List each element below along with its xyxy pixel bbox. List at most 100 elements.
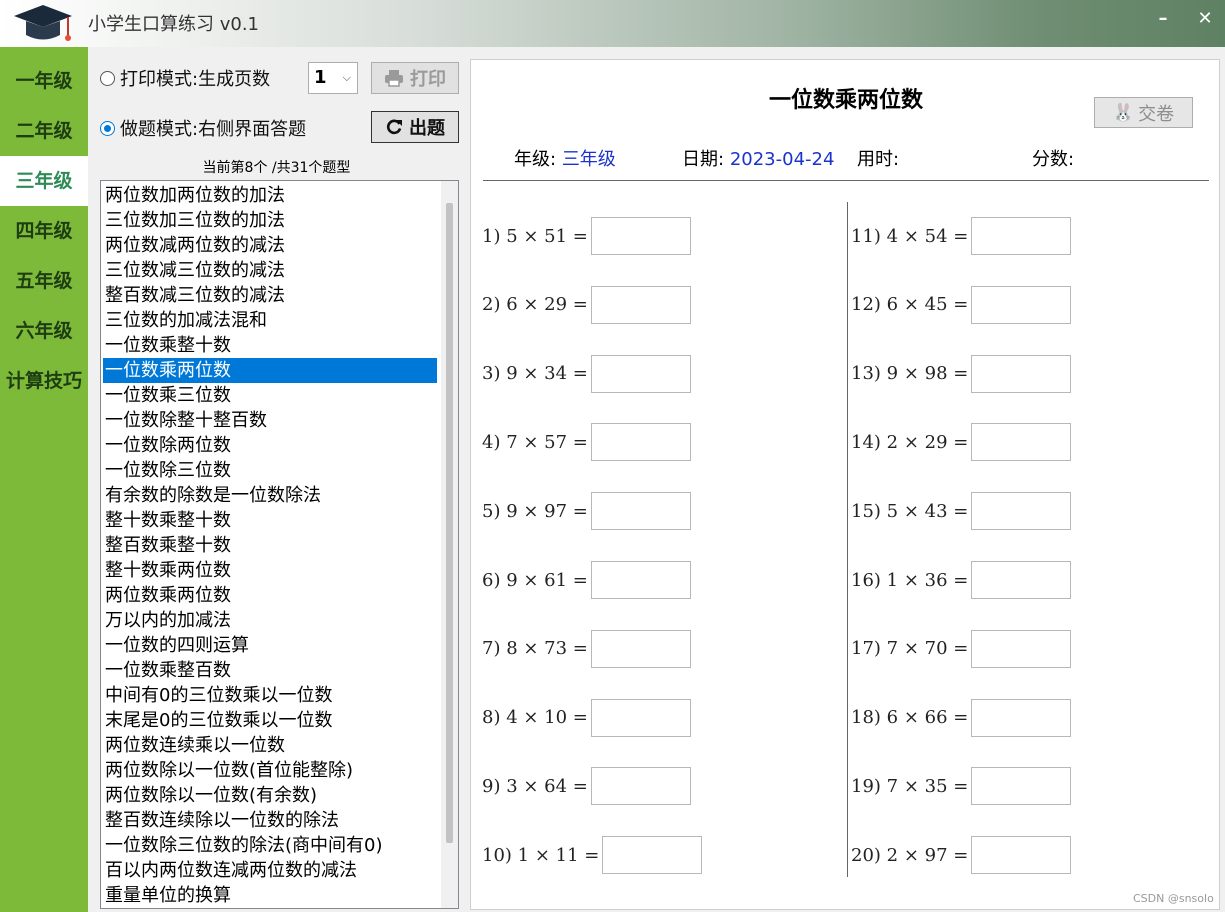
topic-list-item[interactable]: 一位数除三位数的除法(商中间有0) xyxy=(103,833,437,858)
topic-list[interactable]: 两位数加两位数的加法 三位数加三位数的加法 两位数减两位数的减法 三位数减三位数的减法… xyxy=(100,180,459,909)
topic-list-item[interactable]: 一位数除两位数 xyxy=(103,433,437,458)
grade-tab-2[interactable]: 二年级 xyxy=(0,106,88,156)
answer-input[interactable] xyxy=(971,767,1072,806)
question-row: 20) 2 × 97 = xyxy=(851,836,1072,875)
answer-input[interactable] xyxy=(971,423,1072,462)
topic-list-item[interactable]: 一位数除三位数 xyxy=(103,458,437,483)
answer-input[interactable] xyxy=(590,698,691,737)
chevron-down-icon: ⌵ xyxy=(342,71,351,84)
score-meta-label: 分数: xyxy=(1032,149,1075,170)
grade-tab-5[interactable]: 五年级 xyxy=(0,256,88,306)
topic-list-item[interactable]: 一位数除整十整百数 xyxy=(103,408,437,433)
quiz-mode-label: 做题模式:右侧界面答题 xyxy=(120,119,307,140)
question-row: 19) 7 × 35 = xyxy=(851,767,1072,806)
topic-list-item[interactable]: 末尾是0的三位数乘以一位数 xyxy=(103,708,437,733)
topic-list-item[interactable]: 整百数减三位数的减法 xyxy=(103,283,437,308)
answer-input[interactable] xyxy=(971,492,1072,531)
answer-input[interactable] xyxy=(971,561,1072,599)
answer-input[interactable] xyxy=(971,836,1072,875)
topic-list-item[interactable]: 三位数减三位数的减法 xyxy=(103,258,437,283)
answer-input[interactable] xyxy=(971,698,1072,737)
grade-tab-6[interactable]: 六年级 xyxy=(0,306,88,356)
page-count-select[interactable]: 1 ⌵ xyxy=(308,62,358,94)
answer-sheet: 一位数乘两位数 🐰 交卷 年级: 三年级 日期: 2023-04-24 用时: … xyxy=(470,59,1220,910)
question-row: 18) 6 × 66 = xyxy=(851,698,1072,737)
scrollbar-thumb[interactable] xyxy=(446,203,453,843)
answer-input[interactable] xyxy=(590,285,691,324)
watermark: CSDN @snsolo xyxy=(1133,892,1214,905)
topic-list-item[interactable]: 整百数连续除以一位数的除法 xyxy=(103,808,437,833)
answer-input[interactable] xyxy=(590,767,691,806)
topic-list-item[interactable]: 三位数的加减法混和 xyxy=(103,308,437,333)
topic-list-item[interactable]: 万以内的加减法 xyxy=(103,608,437,633)
answer-input[interactable] xyxy=(590,492,691,531)
question-row: 9) 3 × 64 = xyxy=(482,767,691,806)
answer-input[interactable] xyxy=(590,354,691,393)
question-row: 12) 6 × 45 = xyxy=(851,285,1072,324)
refresh-icon xyxy=(386,119,402,135)
printer-icon xyxy=(385,70,403,87)
time-meta: 用时: xyxy=(857,145,899,171)
generate-button[interactable]: 出题 xyxy=(371,111,459,143)
answer-input[interactable] xyxy=(590,217,691,255)
answer-input[interactable] xyxy=(971,629,1072,668)
answer-input[interactable] xyxy=(590,629,691,668)
answer-input[interactable] xyxy=(590,423,691,462)
question-text: 19) 7 × 35 = xyxy=(851,775,969,797)
topic-list-item[interactable]: 百以内两位数连减两位数的减法 xyxy=(103,858,437,883)
topic-list-scrollbar[interactable] xyxy=(441,181,458,908)
print-button[interactable]: 打印 xyxy=(371,62,459,94)
topic-list-item[interactable]: 两位数减两位数的减法 xyxy=(103,233,437,258)
date-meta-value: 2023-04-24 xyxy=(729,149,835,170)
question-row: 1) 5 × 51 = xyxy=(482,217,691,255)
minimize-button[interactable]: – xyxy=(1148,6,1178,32)
submit-button[interactable]: 🐰 交卷 xyxy=(1094,97,1193,128)
print-button-label: 打印 xyxy=(410,69,446,90)
topic-list-item[interactable]: 一位数乘两位数 xyxy=(103,358,437,383)
question-text: 16) 1 × 36 = xyxy=(851,569,969,591)
topic-list-item[interactable]: 两位数连续乘以一位数 xyxy=(103,733,437,758)
topic-list-item[interactable]: 两位数乘两位数 xyxy=(103,583,437,608)
topic-list-item[interactable]: 整十数乘两位数 xyxy=(103,558,437,583)
topic-list-item[interactable]: 中间有0的三位数乘以一位数 xyxy=(103,683,437,708)
topic-list-item[interactable]: 一位数乘整十数 xyxy=(103,333,437,358)
topic-list-item[interactable]: 两位数除以一位数(首位能整除) xyxy=(103,758,437,783)
grade-tab-techniques[interactable]: 计算技巧 xyxy=(0,356,88,406)
time-meta-label: 用时: xyxy=(857,149,900,170)
quiz-mode-radio[interactable] xyxy=(100,120,115,136)
grade-tab-4[interactable]: 四年级 xyxy=(0,206,88,256)
question-text: 11) 4 × 54 = xyxy=(851,225,969,247)
grade-tab-1[interactable]: 一年级 xyxy=(0,56,88,106)
topic-list-item[interactable]: 整百数乘整十数 xyxy=(103,533,437,558)
answer-input[interactable] xyxy=(971,285,1072,324)
answer-input[interactable] xyxy=(971,217,1072,255)
question-row: 5) 9 × 97 = xyxy=(482,492,691,531)
answer-input[interactable] xyxy=(602,836,703,875)
topic-list-item[interactable]: 有余数的除数是一位数除法 xyxy=(103,483,437,508)
question-row: 10) 1 × 11 = xyxy=(482,836,703,875)
topic-list-item[interactable]: 整十数乘整十数 xyxy=(103,508,437,533)
grade-tab-3[interactable]: 三年级 xyxy=(0,156,88,206)
submit-button-label: 交卷 xyxy=(1138,103,1175,125)
question-row: 2) 6 × 29 = xyxy=(482,285,691,324)
print-mode-radio[interactable] xyxy=(100,70,115,86)
grade-meta: 年级: 三年级 xyxy=(514,145,616,171)
question-row: 8) 4 × 10 = xyxy=(482,698,691,737)
grade-meta-value: 三年级 xyxy=(561,149,616,170)
topic-list-item[interactable]: 一位数乘三位数 xyxy=(103,383,437,408)
page-count-value: 1 xyxy=(314,67,327,88)
topic-list-item[interactable]: 两位数加两位数的加法 xyxy=(103,183,437,208)
topic-list-item[interactable]: 一位数乘整百数 xyxy=(103,658,437,683)
answer-input[interactable] xyxy=(971,354,1072,393)
topic-list-item[interactable]: 三位数加三位数的加法 xyxy=(103,208,437,233)
question-row: 13) 9 × 98 = xyxy=(851,354,1072,393)
quiz-mode-option[interactable]: 做题模式:右侧界面答题 xyxy=(100,117,307,140)
question-text: 12) 6 × 45 = xyxy=(851,294,969,316)
print-mode-option[interactable]: 打印模式:生成页数 xyxy=(100,67,270,90)
topic-list-item[interactable]: 重量单位的换算 xyxy=(103,883,437,908)
topic-list-item[interactable]: 两位数除以一位数(有余数) xyxy=(103,783,437,808)
topic-list-item[interactable]: 一位数的四则运算 xyxy=(103,633,437,658)
close-button[interactable]: ✕ xyxy=(1190,6,1220,32)
answer-input[interactable] xyxy=(590,561,691,599)
score-meta: 分数: xyxy=(1032,145,1074,171)
